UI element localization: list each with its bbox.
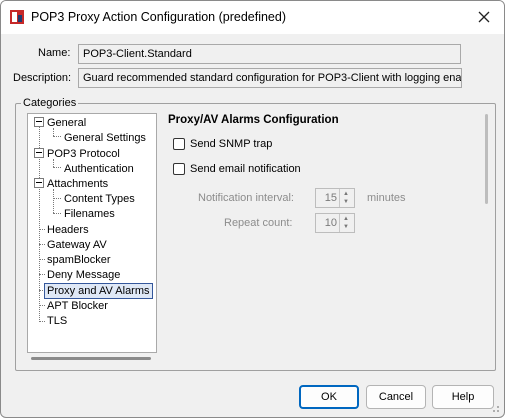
repeat-count-value: 10 xyxy=(324,217,337,229)
panel-heading: Proxy/AV Alarms Configuration xyxy=(168,114,339,126)
email-notification-checkbox[interactable] xyxy=(173,163,185,175)
tree-horizontal-scrollbar[interactable] xyxy=(31,357,151,360)
tree-item-filenames[interactable]: Filenames xyxy=(62,207,117,221)
email-notification-label: Send email notification xyxy=(190,163,301,175)
description-label: Description: xyxy=(13,72,72,84)
tree-item-content-types[interactable]: Content Types xyxy=(62,192,137,206)
tree-item-tls[interactable]: TLS xyxy=(45,314,69,328)
resize-grip-icon[interactable] xyxy=(490,403,500,413)
repeat-count-label: Repeat count: xyxy=(224,217,293,229)
collapse-icon[interactable] xyxy=(34,148,44,158)
tree-item-pop3-protocol[interactable]: POP3 Protocol xyxy=(45,147,122,161)
collapse-icon[interactable] xyxy=(34,117,44,127)
dialog-window: POP3 Proxy Action Configuration (predefi… xyxy=(0,0,505,418)
close-icon[interactable] xyxy=(474,7,494,27)
tree-item-gateway-av[interactable]: Gateway AV xyxy=(45,238,109,252)
notification-interval-unit: minutes xyxy=(367,192,406,204)
notification-interval-spinner[interactable]: 15 ▲ ▼ xyxy=(315,188,355,208)
tree-connector xyxy=(53,198,61,199)
description-field[interactable]: Guard recommended standard configuration… xyxy=(78,68,462,88)
tree-item-general-settings[interactable]: General Settings xyxy=(62,131,148,145)
snmp-trap-label: Send SNMP trap xyxy=(190,138,273,150)
panel-vertical-scrollbar[interactable] xyxy=(485,114,488,204)
notification-interval-label: Notification interval: xyxy=(198,192,294,204)
tree-item-authentication[interactable]: Authentication xyxy=(62,162,136,176)
collapse-icon[interactable] xyxy=(34,178,44,188)
notification-interval-value: 15 xyxy=(324,192,337,204)
spinner-arrows-icon[interactable]: ▲ ▼ xyxy=(339,189,354,207)
tree-item-apt-blocker[interactable]: APT Blocker xyxy=(45,299,110,313)
ok-button[interactable]: OK xyxy=(299,385,359,409)
tree-connector xyxy=(53,213,61,214)
categories-label: Categories xyxy=(21,97,79,109)
name-label: Name: xyxy=(38,47,71,59)
tree-item-headers[interactable]: Headers xyxy=(45,223,91,237)
app-icon xyxy=(10,10,24,24)
tree-item-deny-message[interactable]: Deny Message xyxy=(45,268,122,282)
cancel-button[interactable]: Cancel xyxy=(366,385,426,409)
window-title: POP3 Proxy Action Configuration (predefi… xyxy=(31,10,286,24)
repeat-count-spinner[interactable]: 10 ▲ ▼ xyxy=(315,213,355,233)
categories-tree[interactable]: General General Settings POP3 Protocol A… xyxy=(27,113,157,353)
tree-item-spamblocker[interactable]: spamBlocker xyxy=(45,253,113,267)
tree-connector xyxy=(53,167,61,168)
tree-connector xyxy=(53,136,61,137)
tree-item-proxy-av-alarms[interactable]: Proxy and AV Alarms xyxy=(44,283,153,299)
title-bar: POP3 Proxy Action Configuration (predefi… xyxy=(1,1,504,34)
name-field[interactable]: POP3-Client.Standard xyxy=(78,44,461,64)
help-button[interactable]: Help xyxy=(432,385,494,409)
tree-item-attachments[interactable]: Attachments xyxy=(45,177,110,191)
snmp-trap-checkbox[interactable] xyxy=(173,138,185,150)
spinner-arrows-icon[interactable]: ▲ ▼ xyxy=(339,214,354,232)
tree-connector xyxy=(53,189,54,213)
tree-item-general[interactable]: General xyxy=(45,116,88,130)
